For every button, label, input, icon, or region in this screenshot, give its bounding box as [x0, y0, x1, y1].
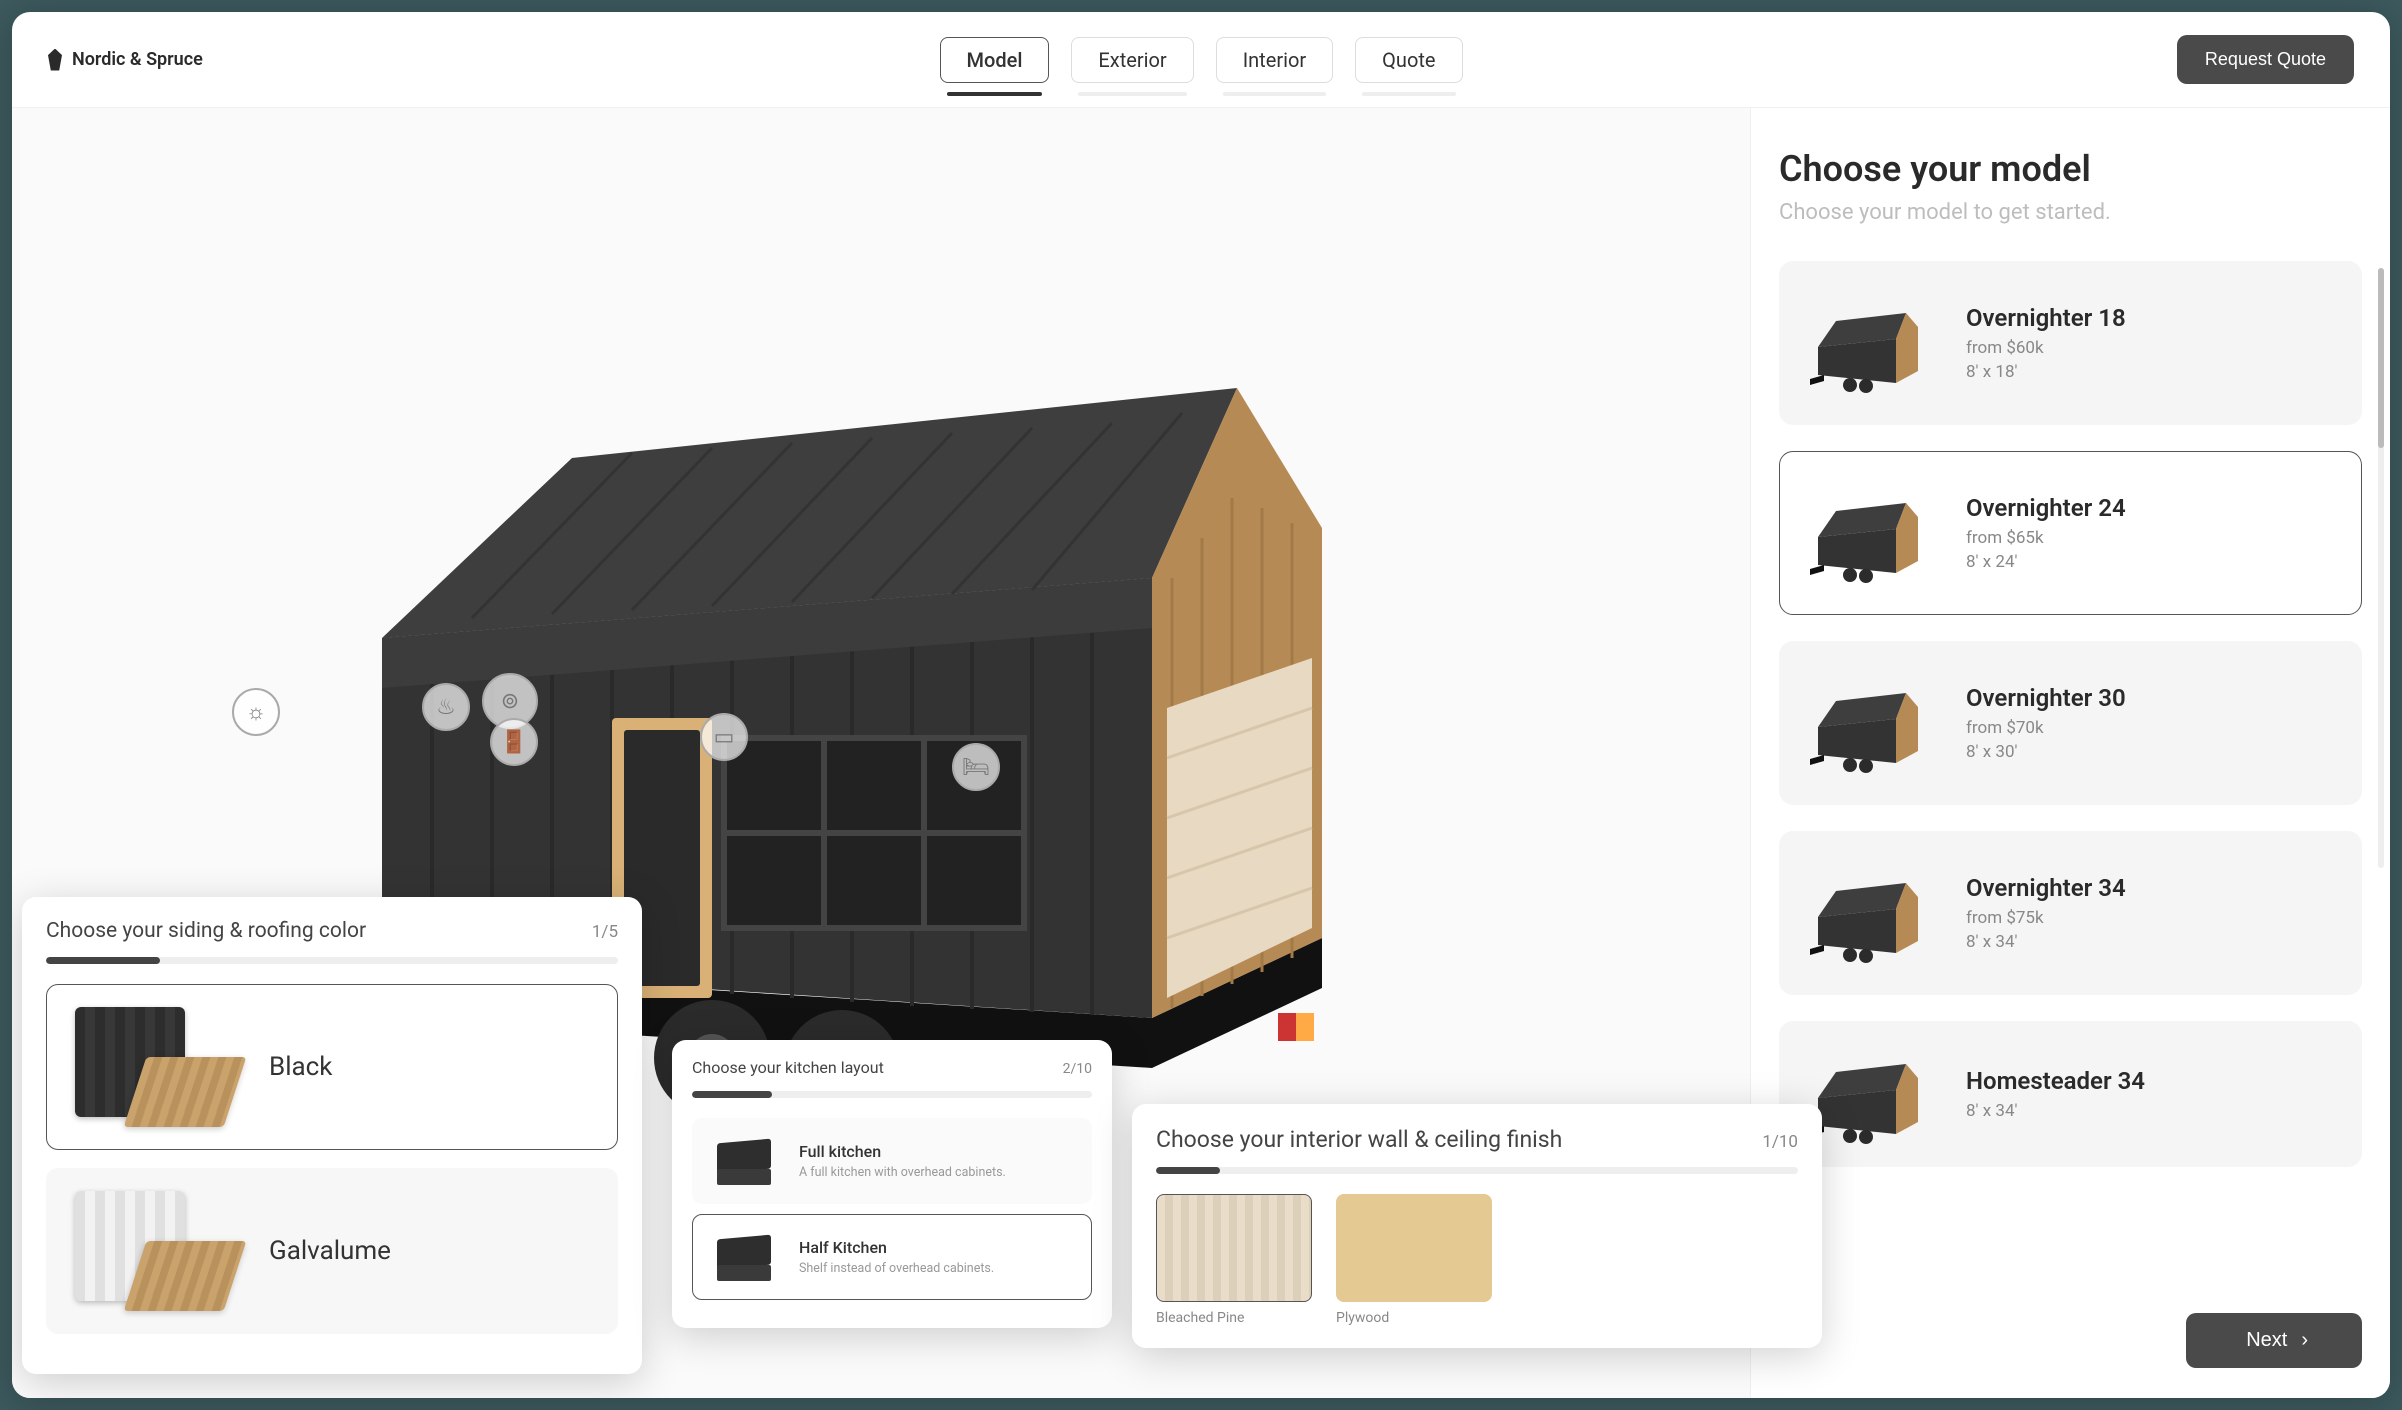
finish-option-bleached-pine[interactable]: Bleached Pine	[1156, 1194, 1312, 1326]
card-siding: Choose your siding & roofing color 1/5 B…	[22, 897, 642, 1374]
card-kitchen-step: 2/10	[1063, 1061, 1092, 1077]
card-kitchen-title: Choose your kitchen layout	[692, 1058, 884, 1077]
kitchen-option-desc: A full kitchen with overhead cabinets.	[799, 1165, 1006, 1180]
siding-option-label: Galvalume	[269, 1236, 391, 1266]
model-dims: 8' x 24'	[1966, 552, 2126, 572]
tab-interior[interactable]: Interior	[1216, 37, 1333, 83]
card-siding-progress	[46, 957, 618, 964]
siding-option-black[interactable]: Black	[46, 984, 618, 1150]
model-dims: 8' x 30'	[1966, 742, 2126, 762]
model-card-overnighter-18[interactable]: Overnighter 18 from $60k 8' x 18'	[1779, 261, 2362, 425]
request-quote-button[interactable]: Request Quote	[2177, 35, 2354, 84]
card-siding-step: 1/5	[592, 922, 618, 942]
card-interior-title: Choose your interior wall & ceiling fini…	[1156, 1126, 1562, 1153]
card-interior-progress	[1156, 1167, 1798, 1174]
kitchen-option-half[interactable]: Half Kitchen Shelf instead of overhead c…	[692, 1214, 1092, 1300]
brand-icon	[48, 49, 62, 71]
model-thumb	[1810, 1044, 1930, 1144]
tabs: Model Exterior Interior Quote	[940, 37, 1463, 83]
model-dims: 8' x 34'	[1966, 932, 2126, 952]
model-price: from $60k	[1966, 338, 2126, 358]
tab-quote[interactable]: Quote	[1355, 37, 1462, 83]
hotspot-door-icon[interactable]: 🚪	[490, 718, 538, 766]
finish-label: Plywood	[1336, 1310, 1492, 1326]
model-price: from $65k	[1966, 528, 2126, 548]
swatch-black	[75, 1007, 235, 1127]
model-thumb	[1810, 293, 1930, 393]
model-dims: 8' x 18'	[1966, 362, 2126, 382]
brand-name: Nordic & Spruce	[72, 49, 203, 70]
hotspot-sun-icon[interactable]: ☼	[232, 688, 280, 736]
model-card-overnighter-34[interactable]: Overnighter 34 from $75k 8' x 34'	[1779, 831, 2362, 995]
tab-model[interactable]: Model	[940, 37, 1050, 83]
model-name: Overnighter 34	[1966, 874, 2126, 902]
next-button[interactable]: Next ›	[2186, 1313, 2362, 1368]
model-name: Overnighter 24	[1966, 494, 2126, 522]
card-siding-title: Choose your siding & roofing color	[46, 919, 366, 943]
card-interior-step: 1/10	[1762, 1132, 1798, 1152]
sidebar-heading: Choose your model	[1779, 148, 2362, 190]
model-dims: 8' x 34'	[1966, 1101, 2145, 1121]
model-price: from $75k	[1966, 908, 2126, 928]
kitchen-thumb	[709, 1133, 779, 1189]
swatch-bleached-pine	[1156, 1194, 1312, 1302]
app-frame: Nordic & Spruce Model Exterior Interior …	[12, 12, 2390, 1398]
sidebar: Choose your model Choose your model to g…	[1750, 108, 2390, 1398]
hotspot-cook-icon[interactable]: ♨	[422, 683, 470, 731]
sidebar-subheading: Choose your model to get started.	[1779, 200, 2362, 225]
model-name: Homesteader 34	[1966, 1067, 2145, 1095]
finish-option-plywood[interactable]: Plywood	[1336, 1194, 1492, 1326]
model-card-homesteader-34[interactable]: Homesteader 34 8' x 34'	[1779, 1021, 2362, 1167]
siding-option-galvalume[interactable]: Galvalume	[46, 1168, 618, 1334]
tab-exterior[interactable]: Exterior	[1071, 37, 1193, 83]
model-name: Overnighter 30	[1966, 684, 2126, 712]
swatch-galvalume	[75, 1191, 235, 1311]
model-thumb	[1810, 673, 1930, 773]
kitchen-thumb	[709, 1229, 779, 1285]
topbar: Nordic & Spruce Model Exterior Interior …	[12, 12, 2390, 108]
scrollbar[interactable]	[2378, 268, 2384, 868]
next-label: Next	[2246, 1329, 2287, 1352]
chevron-right-icon: ›	[2301, 1329, 2308, 1352]
model-card-overnighter-30[interactable]: Overnighter 30 from $70k 8' x 30'	[1779, 641, 2362, 805]
model-thumb	[1810, 863, 1930, 963]
siding-option-label: Black	[269, 1052, 332, 1082]
kitchen-option-full[interactable]: Full kitchen A full kitchen with overhea…	[692, 1118, 1092, 1204]
kitchen-option-name: Half Kitchen	[799, 1238, 994, 1257]
kitchen-option-name: Full kitchen	[799, 1142, 1006, 1161]
hotspot-window-icon[interactable]: ▭	[700, 713, 748, 761]
model-card-overnighter-24[interactable]: Overnighter 24 from $65k 8' x 24'	[1779, 451, 2362, 615]
card-kitchen: Choose your kitchen layout 2/10 Full kit…	[672, 1040, 1112, 1328]
model-price: from $70k	[1966, 718, 2126, 738]
model-thumb	[1810, 483, 1930, 583]
sidebar-scroll[interactable]: Choose your model Choose your model to g…	[1751, 108, 2390, 1398]
model-name: Overnighter 18	[1966, 304, 2126, 332]
card-kitchen-progress	[692, 1091, 1092, 1098]
hotspot-bed-icon[interactable]: 🛏	[952, 743, 1000, 791]
finish-label: Bleached Pine	[1156, 1310, 1312, 1326]
card-interior: Choose your interior wall & ceiling fini…	[1132, 1104, 1822, 1348]
kitchen-option-desc: Shelf instead of overhead cabinets.	[799, 1261, 994, 1276]
swatch-plywood	[1336, 1194, 1492, 1302]
brand: Nordic & Spruce	[48, 49, 940, 71]
